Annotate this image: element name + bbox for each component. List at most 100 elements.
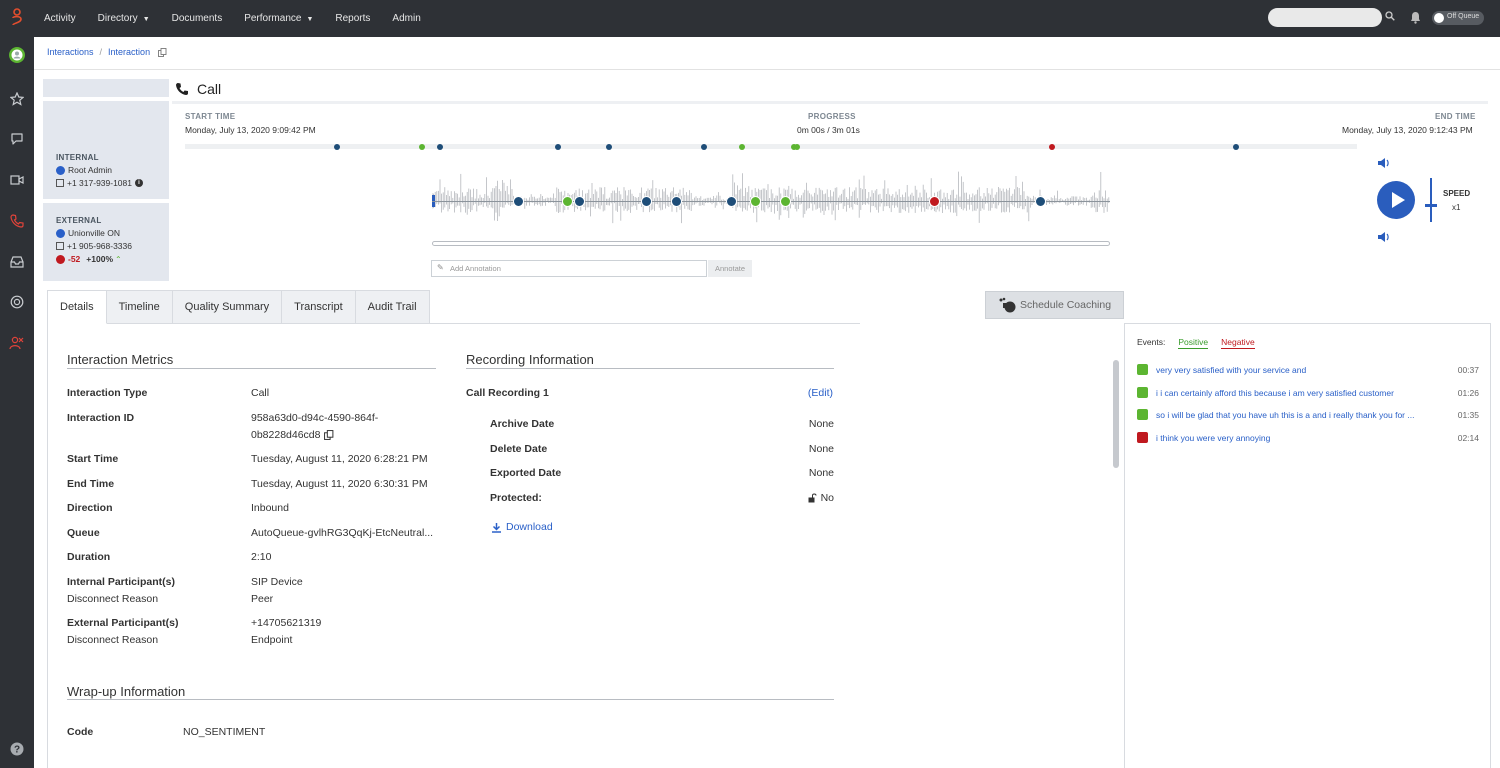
progress-value: 0m 00s / 3m 01s [797, 125, 860, 135]
phone-icon[interactable] [8, 212, 26, 230]
details-panel [47, 323, 1125, 768]
copy-icon[interactable] [56, 242, 64, 250]
main-nav: Activity Directory ▼ Documents Performanc… [44, 0, 443, 37]
internal-name-row: Root Admin [56, 165, 169, 175]
event-text: so i will be glad that you have uh this … [1156, 410, 1415, 420]
timeline-marker[interactable] [606, 143, 613, 150]
timeline-marker[interactable] [738, 143, 745, 150]
download-link[interactable]: Download [491, 521, 553, 533]
metric-label: Disconnect Reason [67, 634, 159, 646]
lifebuoy-icon[interactable] [8, 293, 26, 311]
speaker-icon[interactable] [1377, 157, 1391, 169]
bookmark-marker-icon[interactable] [1034, 196, 1046, 207]
speaker-icon[interactable] [1377, 231, 1391, 243]
schedule-coaching-button[interactable]: Schedule Coaching [985, 291, 1124, 319]
timeline-track[interactable] [185, 143, 1357, 150]
tab-timeline[interactable]: Timeline [106, 290, 173, 324]
metric-value: 2:10 [251, 551, 272, 563]
participant-header-box [43, 79, 169, 97]
unlock-icon [808, 493, 817, 503]
chat-icon[interactable] [8, 130, 26, 148]
events-header: Events: Positive Negative [1137, 337, 1268, 349]
play-icon [1392, 192, 1405, 208]
timeline-marker[interactable] [1049, 143, 1056, 150]
event-row[interactable]: i think you were very annoying 02:14 [1137, 431, 1479, 446]
timeline-marker[interactable] [554, 143, 561, 150]
person-icon [56, 228, 65, 238]
thumbs-down-icon [1137, 431, 1148, 443]
avatar[interactable] [8, 46, 26, 64]
tab-transcript[interactable]: Transcript [282, 290, 356, 324]
scrollbar[interactable] [1113, 360, 1119, 468]
speed-slider[interactable] [1430, 178, 1432, 222]
copy-icon[interactable] [158, 47, 167, 57]
event-time: 02:14 [1457, 432, 1479, 443]
timeline-marker[interactable] [701, 143, 708, 150]
event-time: 00:37 [1457, 365, 1479, 375]
end-time-label: END TIME [1435, 112, 1476, 121]
event-row[interactable]: very very satisfied with your service an… [1137, 364, 1479, 378]
event-row[interactable]: so i will be glad that you have uh this … [1137, 409, 1479, 423]
search-icon[interactable] [1385, 11, 1395, 21]
nav-label: Reports [335, 13, 371, 24]
search-input[interactable] [1268, 8, 1382, 27]
breadcrumb-interactions[interactable]: Interactions [47, 47, 94, 57]
waveform[interactable] [431, 165, 1110, 235]
users-icon[interactable] [8, 334, 26, 352]
inbox-icon[interactable] [8, 253, 26, 271]
bookmark-marker-icon[interactable] [573, 196, 585, 207]
recording-value: None [808, 467, 834, 479]
tab-details[interactable]: Details [47, 290, 107, 324]
video-icon[interactable] [8, 171, 26, 189]
nav-label: Directory [97, 13, 138, 24]
playback-scrubber[interactable] [432, 241, 1110, 246]
negative-marker-icon[interactable] [928, 196, 940, 207]
nav-activity[interactable]: Activity [44, 13, 76, 24]
copy-icon[interactable] [56, 179, 64, 187]
queue-status-toggle[interactable]: Off Queue [1432, 11, 1484, 25]
tab-quality-summary[interactable]: Quality Summary [172, 290, 283, 324]
metric-value: Inbound [251, 502, 289, 514]
nav-documents[interactable]: Documents [172, 13, 223, 24]
nav-label: Admin [392, 13, 421, 24]
breadcrumb-interaction[interactable]: Interaction [108, 47, 150, 57]
section-divider [466, 368, 834, 369]
interaction-id-row: 0b8228d46cd8 [251, 429, 334, 441]
filter-positive[interactable]: Positive [1178, 337, 1209, 349]
event-time: 01:35 [1457, 410, 1479, 420]
internal-phone: +1 317-939-1081 [67, 178, 132, 188]
sentiment-trend: +100% [86, 254, 114, 264]
filter-negative[interactable]: Negative [1221, 337, 1255, 349]
help-icon[interactable]: ? [8, 740, 26, 758]
timeline-marker[interactable] [1233, 143, 1240, 150]
page-title: Call [175, 81, 221, 97]
info-icon[interactable]: i [135, 179, 143, 187]
nav-directory[interactable]: Directory ▼ [98, 13, 150, 24]
edit-recording-link[interactable]: (Edit) [760, 387, 833, 399]
timeline-marker[interactable] [793, 143, 800, 150]
nav-performance[interactable]: Performance ▼ [244, 13, 313, 24]
positive-marker-icon[interactable] [749, 196, 761, 207]
annotate-button[interactable]: Annotate [708, 260, 752, 277]
speed-slider-handle[interactable] [1425, 204, 1437, 207]
nav-label: Performance [244, 13, 302, 24]
genesys-logo-icon[interactable] [11, 8, 23, 26]
copy-icon[interactable] [323, 430, 334, 440]
nav-reports[interactable]: Reports [335, 13, 370, 24]
events-label: Events: [1137, 337, 1166, 347]
sentiment-score: -52 [68, 254, 81, 264]
timeline-marker[interactable] [437, 143, 444, 150]
internal-label: INTERNAL [56, 153, 99, 162]
top-navigation-bar: Activity Directory ▼ Documents Performanc… [0, 0, 1500, 37]
tab-audit-trail[interactable]: Audit Trail [355, 290, 430, 324]
annotation-input[interactable]: ✎ Add Annotation [431, 260, 707, 277]
bell-icon[interactable] [1410, 11, 1421, 24]
event-row[interactable]: i i can certainly afford this because i … [1137, 386, 1479, 401]
timeline-marker[interactable] [334, 143, 341, 150]
star-icon[interactable] [8, 90, 26, 108]
timeline-marker[interactable] [418, 143, 425, 150]
toggle-label: Off Queue [1447, 13, 1480, 20]
play-button[interactable] [1377, 181, 1415, 219]
nav-admin[interactable]: Admin [392, 13, 420, 24]
recording-value: None [808, 443, 834, 455]
